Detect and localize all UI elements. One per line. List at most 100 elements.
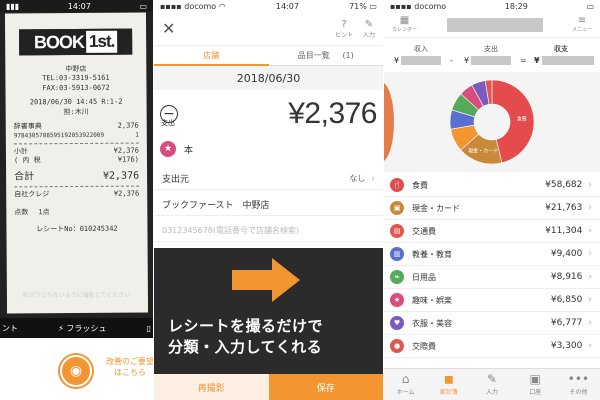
category-list-item[interactable]: ▤ 交通費 ¥11,304 › bbox=[384, 220, 600, 243]
flash-button[interactable]: ⚡ フラッシュ bbox=[58, 323, 106, 334]
hint-button[interactable]: ? ヒント bbox=[335, 19, 353, 39]
status-bar: ▪▪▪▪ docomo ◠ 14:07 71% ▭ bbox=[154, 0, 383, 12]
date-field[interactable]: 2018/06/30 bbox=[154, 66, 383, 90]
store-logo: BOOK 1st. bbox=[19, 28, 133, 56]
chart-area: 食費現金・カード bbox=[384, 72, 600, 172]
category-value: 本 bbox=[184, 145, 194, 156]
retake-button[interactable]: 再撮影 bbox=[154, 374, 269, 400]
book-icon: ▥ bbox=[390, 247, 404, 261]
status-bar: ▮▮▮ 14:07 ▭ bbox=[0, 0, 153, 12]
people-icon: ● bbox=[390, 339, 404, 353]
menu-button[interactable]: ≡ メニュー bbox=[572, 16, 592, 34]
category-name: 衣服・美容 bbox=[412, 318, 452, 328]
star-icon: ★ bbox=[160, 141, 176, 157]
minus-sign: - bbox=[450, 56, 453, 65]
category-list-item[interactable]: ● 交際費 ¥3,300 › bbox=[384, 335, 600, 358]
category-list-item[interactable]: ★ 趣味・娯楽 ¥6,850 › bbox=[384, 289, 600, 312]
expense-value: ¥ bbox=[464, 56, 512, 65]
pencil-icon: ✎ bbox=[364, 18, 374, 30]
chevron-right-icon: › bbox=[588, 272, 592, 282]
nav-item[interactable]: ◼ 家計簿 bbox=[427, 369, 470, 400]
nav-item[interactable]: ✎ 入力 bbox=[470, 369, 513, 400]
phone-search-input[interactable]: 0312345678(電話番号で店舗名検索) bbox=[154, 220, 383, 242]
input-button[interactable]: ✎ 入力 bbox=[363, 19, 375, 39]
income-value: ¥ bbox=[394, 56, 442, 65]
divider bbox=[14, 185, 140, 188]
tab-items[interactable]: 品目一覧 (1) bbox=[268, 46, 383, 66]
source-field[interactable]: 支出元 なし › bbox=[154, 168, 383, 190]
promo-overlay: レシートを撮るだけで 分類・入力してくれる bbox=[154, 248, 383, 374]
feedback-link[interactable]: 改善のご要望はこちら bbox=[106, 356, 153, 378]
summary-row: 収入 支出 収支 ¥ - ¥ = ¥ bbox=[384, 44, 600, 70]
account-icon: ▣ bbox=[529, 372, 541, 387]
status-bar: ▪▪▪▪ docomo 18:29 ▭ bbox=[384, 0, 600, 12]
category-list: 🍴 食費 ¥58,682 › ▣ 現金・カード ¥21,763 › ▤ 交通費 ¥11,304 › ▥ 教… bbox=[384, 174, 600, 358]
nav-item[interactable]: ⌂ ホーム bbox=[384, 369, 427, 400]
expense-donut-chart[interactable]: 食費現金・カード bbox=[384, 72, 600, 172]
nav-item[interactable]: ▣ 口座 bbox=[514, 369, 557, 400]
nav-item[interactable]: ••• その他 bbox=[557, 369, 600, 400]
calendar-button[interactable]: ▦ カレンダー bbox=[392, 15, 417, 34]
slice-label: 食費 bbox=[517, 115, 527, 122]
tab-store[interactable]: 店舗 bbox=[154, 46, 269, 66]
header: ✕ ? ヒント ✎ 入力 bbox=[154, 12, 383, 46]
receipt-total: 合計 ¥2,376 bbox=[14, 170, 140, 183]
amount-value[interactable]: ¥2,376 bbox=[178, 97, 377, 131]
piggybank-icon: ◼ bbox=[443, 372, 454, 387]
category-name: 日用品 bbox=[412, 272, 436, 282]
chevron-right-icon: › bbox=[588, 318, 592, 328]
leaf-icon: ❧ bbox=[390, 270, 404, 284]
slice-label: 現金・カード bbox=[468, 148, 498, 155]
category-name: 交通費 bbox=[412, 226, 436, 236]
category-list-item[interactable]: ♥ 衣服・美容 ¥6,777 › bbox=[384, 312, 600, 335]
household-summary-screen: ▪▪▪▪ docomo 18:29 ▭ ▦ カレンダー ≡ メニュー 収入 支出 収… bbox=[384, 0, 600, 400]
battery-icon: ▭ bbox=[139, 1, 147, 11]
status-carrier: ▪▪▪▪ docomo bbox=[390, 1, 447, 11]
fork-knife-icon: 🍴 bbox=[390, 178, 404, 192]
expense-label: 支出 bbox=[161, 119, 175, 127]
category-row[interactable]: ★ 本 bbox=[154, 138, 383, 160]
category-list-item[interactable]: ❧ 日用品 ¥8,916 › bbox=[384, 266, 600, 289]
category-name: 食費 bbox=[412, 180, 428, 190]
category-list-item[interactable]: ▣ 現金・カード ¥21,763 › bbox=[384, 197, 600, 220]
camera-toolbar: ント ⚡ フラッシュ ▯ bbox=[0, 318, 153, 338]
category-list-item[interactable]: ▥ 教養・教育 ¥9,400 › bbox=[384, 243, 600, 266]
tab-bar: 店舗 品目一覧 (1) bbox=[154, 46, 383, 66]
receipt-number: レシートNo：010245342 bbox=[36, 224, 118, 234]
category-list-item[interactable]: 🍴 食費 ¥58,682 › bbox=[384, 174, 600, 197]
category-amount: ¥3,300 bbox=[550, 341, 583, 351]
calendar-icon: ▦ bbox=[399, 15, 410, 26]
category-amount: ¥6,777 bbox=[550, 318, 583, 328]
status-time: 14:07 bbox=[67, 1, 91, 11]
question-icon: ? bbox=[341, 18, 347, 30]
amount-row[interactable]: − ¥2,376 bbox=[154, 92, 383, 136]
wifi-icon: ◠ bbox=[218, 1, 226, 11]
category-name: 交際費 bbox=[412, 341, 436, 351]
category-amount: ¥6,850 bbox=[550, 295, 583, 305]
arrow-right-icon bbox=[232, 258, 300, 302]
store-name-field[interactable]: ブックファースト 中野店 bbox=[154, 194, 383, 216]
save-button[interactable]: 保存 bbox=[268, 374, 383, 400]
category-amount: ¥8,916 bbox=[550, 272, 583, 282]
shirt-icon: ♥ bbox=[390, 316, 404, 330]
camera-screen: ▮▮▮ 14:07 ▭ BOOK 1st. 中野店 TEL:03-3319-516… bbox=[0, 0, 153, 400]
receipt-item-code: 9784305708595192053922009 1 bbox=[13, 131, 139, 140]
receipt-datetime: 2018/06/30 14:45 R:1-2 bbox=[29, 97, 123, 107]
shutter-button[interactable]: ◉ bbox=[60, 355, 92, 387]
receipt-image: BOOK 1st. 中野店 TEL:03-3319-5161 FAX:03-591… bbox=[4, 12, 149, 314]
divider bbox=[13, 142, 139, 145]
chevron-right-icon: › bbox=[588, 203, 592, 213]
wallet-icon: ▣ bbox=[390, 201, 404, 215]
receipt-edit-screen: ▪▪▪▪ docomo ◠ 14:07 71% ▭ ✕ ? ヒント ✎ 入力 店舗 … bbox=[154, 0, 383, 400]
status-time: 18:29 bbox=[504, 1, 528, 11]
toolbar-left-label[interactable]: ント bbox=[2, 323, 18, 334]
edge-icon[interactable]: ▯ bbox=[147, 324, 151, 333]
income-label: 収入 bbox=[414, 45, 428, 53]
pencil-icon: ✎ bbox=[486, 372, 498, 387]
category-amount: ¥9,400 bbox=[550, 249, 583, 259]
status-time: 14:07 bbox=[275, 1, 299, 11]
category-amount: ¥58,682 bbox=[545, 180, 583, 190]
close-icon[interactable]: ✕ bbox=[162, 19, 175, 38]
receipt-item: 辞書事典 2,376 bbox=[13, 121, 139, 131]
bottom-nav: ⌂ ホーム ◼ 家計簿 ✎ 入力 ▣ 口座 ••• その他 bbox=[384, 368, 600, 400]
